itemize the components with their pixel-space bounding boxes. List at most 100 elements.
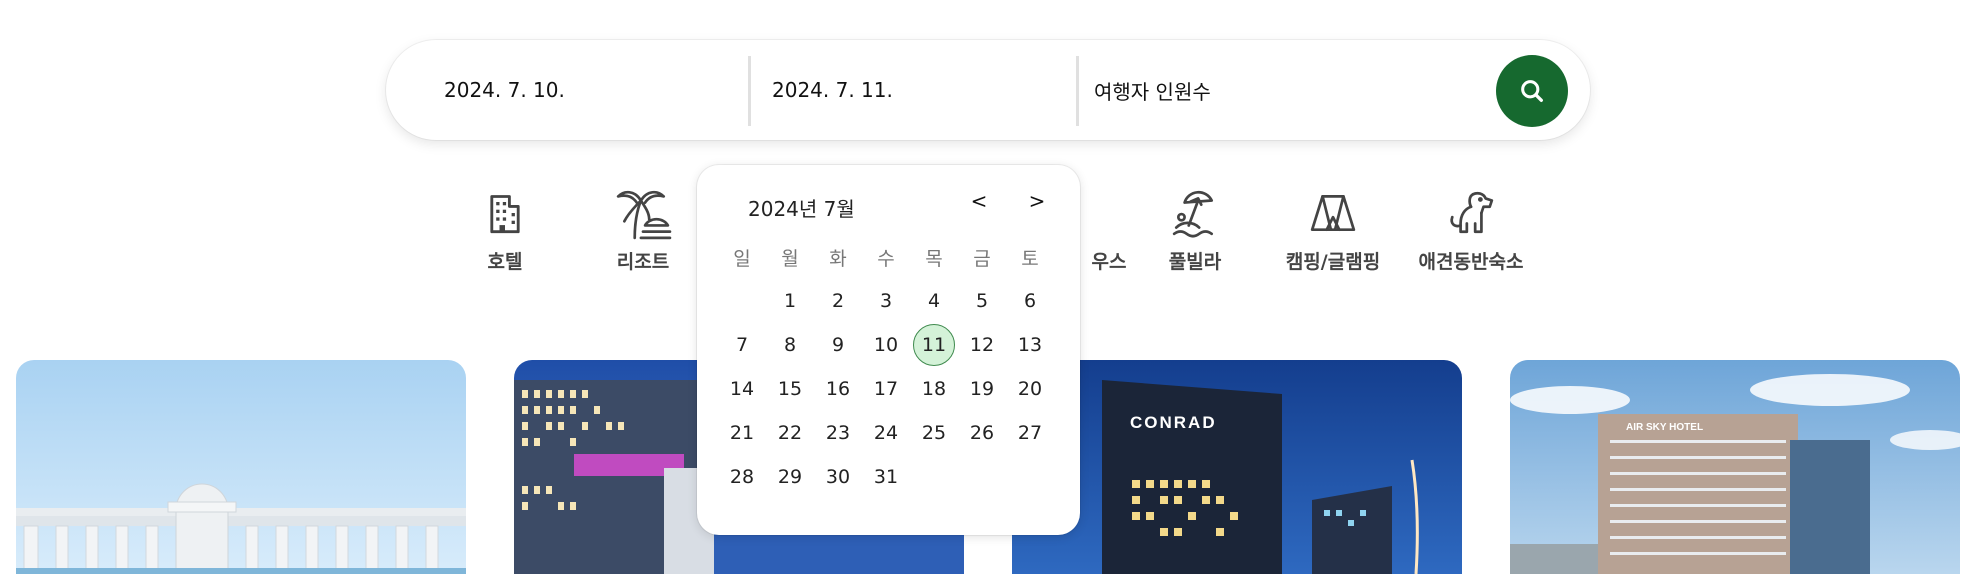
calendar-day[interactable]: 14 [718, 367, 766, 411]
category-label: 호텔 [487, 251, 523, 273]
calendar-day[interactable]: 23 [814, 411, 862, 455]
divider [1076, 56, 1079, 126]
weekday-label: 금 [973, 247, 991, 270]
calendar-day[interactable]: 4 [910, 279, 958, 323]
dog-icon [1441, 183, 1501, 243]
day-label: 3 [879, 290, 893, 312]
category-label: 애견동반숙소 [1418, 251, 1524, 273]
weekday-label: 수 [877, 247, 895, 270]
calendar-grid: 일 월 화 수 목 금 토 1 2 3 4 5 6 7 8 9 10 11 12 13 14 15 16 17 1… [718, 235, 1058, 499]
calendar-week-row: 28 29 30 31 [718, 455, 1058, 499]
hotel-card-air-sky[interactable]: AIR SKY HOTEL [1510, 360, 1960, 574]
checkout-date-field[interactable]: 2024. 7. 11. [772, 40, 1072, 140]
weekday-label: 목 [925, 247, 943, 270]
calendar-day[interactable]: 26 [958, 411, 1006, 455]
category-hotel[interactable]: 호텔 [435, 183, 575, 283]
weekday-label: 화 [829, 247, 847, 270]
calendar-day[interactable]: 16 [814, 367, 862, 411]
day-label: 7 [735, 334, 749, 356]
day-label: 10 [873, 334, 899, 356]
calendar-month-title: 2024년 7월 [748, 197, 855, 221]
weekday-label: 토 [1021, 247, 1039, 270]
calendar-day[interactable]: 13 [1006, 323, 1054, 367]
day-label: 8 [783, 334, 797, 356]
tent-icon [1303, 183, 1363, 243]
category-label: 캠핑/글램핑 [1285, 251, 1381, 273]
calendar-day[interactable]: 29 [766, 455, 814, 499]
category-pet-friendly[interactable]: 애견동반숙소 [1401, 183, 1541, 283]
hotel-image [16, 360, 466, 574]
calendar-day[interactable]: 21 [718, 411, 766, 455]
calendar-day[interactable]: 31 [862, 455, 910, 499]
guests-field[interactable]: 여행자 인원수 [1094, 40, 1454, 140]
calendar-day[interactable]: 28 [718, 455, 766, 499]
day-label: 21 [729, 422, 755, 444]
day-label: 5 [975, 290, 989, 312]
day-label: 31 [873, 466, 899, 488]
day-label: 2 [831, 290, 845, 312]
day-label: 16 [825, 378, 851, 400]
day-label: 24 [873, 422, 899, 444]
calendar-day[interactable]: 6 [1006, 279, 1054, 323]
palm-tree-icon [613, 183, 673, 243]
calendar-day[interactable]: 3 [862, 279, 910, 323]
calendar-empty-cell [958, 455, 1006, 499]
calendar-day[interactable]: 8 [766, 323, 814, 367]
next-month-button[interactable]: > [1025, 189, 1049, 213]
day-label: 4 [927, 290, 941, 312]
day-label: 30 [825, 466, 851, 488]
calendar-day[interactable]: 24 [862, 411, 910, 455]
calendar-day[interactable]: 1 [766, 279, 814, 323]
calendar-day[interactable]: 30 [814, 455, 862, 499]
weekday-label: 일 [733, 247, 751, 270]
day-label: 9 [831, 334, 845, 356]
calendar-day[interactable]: 5 [958, 279, 1006, 323]
category-label: 우스 [1091, 251, 1127, 273]
calendar-week-row: 21 22 23 24 25 26 27 [718, 411, 1058, 455]
beach-umbrella-icon [1165, 183, 1225, 243]
day-label: 6 [1023, 290, 1037, 312]
calendar-day[interactable]: 10 [862, 323, 910, 367]
category-label: 풀빌라 [1168, 251, 1222, 273]
calendar-week-row: 1 2 3 4 5 6 [718, 279, 1058, 323]
checkin-date-field[interactable]: 2024. 7. 10. [444, 40, 744, 140]
category-camping[interactable]: 캠핑/글램핑 [1263, 183, 1403, 283]
calendar-day[interactable]: 15 [766, 367, 814, 411]
divider [748, 56, 751, 126]
calendar-day[interactable]: 22 [766, 411, 814, 455]
hotel-card-seaside[interactable] [16, 360, 466, 574]
prev-month-button[interactable]: < [967, 189, 991, 213]
date-picker-popup: 2024년 7월 < > 일 월 화 수 목 금 토 1 2 3 4 5 6 7 8 9 10 11… [697, 165, 1080, 535]
calendar-day[interactable]: 2 [814, 279, 862, 323]
category-label: 리조트 [616, 251, 670, 273]
day-label: 14 [729, 378, 755, 400]
day-label: 12 [969, 334, 995, 356]
day-label: 19 [969, 378, 995, 400]
calendar-day[interactable]: 7 [718, 323, 766, 367]
calendar-day[interactable]: 18 [910, 367, 958, 411]
calendar-day[interactable]: 20 [1006, 367, 1054, 411]
calendar-day[interactable]: 25 [910, 411, 958, 455]
day-label: 22 [777, 422, 803, 444]
calendar-day-selected[interactable]: 11 [910, 323, 958, 367]
calendar-empty-cell [910, 455, 958, 499]
day-label: 28 [729, 466, 755, 488]
category-resort[interactable]: 리조트 [573, 183, 713, 283]
day-label: 13 [1017, 334, 1043, 356]
calendar-day[interactable]: 12 [958, 323, 1006, 367]
category-pool-villa[interactable]: 풀빌라 [1125, 183, 1265, 283]
search-button[interactable] [1496, 55, 1568, 127]
calendar-empty-cell [1006, 455, 1054, 499]
day-label: 27 [1017, 422, 1043, 444]
calendar-empty-cell [718, 279, 766, 323]
calendar-day[interactable]: 9 [814, 323, 862, 367]
day-label: 23 [825, 422, 851, 444]
calendar-week-row: 14 15 16 17 18 19 20 [718, 367, 1058, 411]
weekday-label: 월 [781, 247, 799, 270]
calendar-day[interactable]: 27 [1006, 411, 1054, 455]
day-label: 18 [921, 378, 947, 400]
building-icon [475, 183, 535, 243]
calendar-day[interactable]: 19 [958, 367, 1006, 411]
search-bar: 2024. 7. 10. 2024. 7. 11. 여행자 인원수 [386, 40, 1590, 140]
calendar-day[interactable]: 17 [862, 367, 910, 411]
